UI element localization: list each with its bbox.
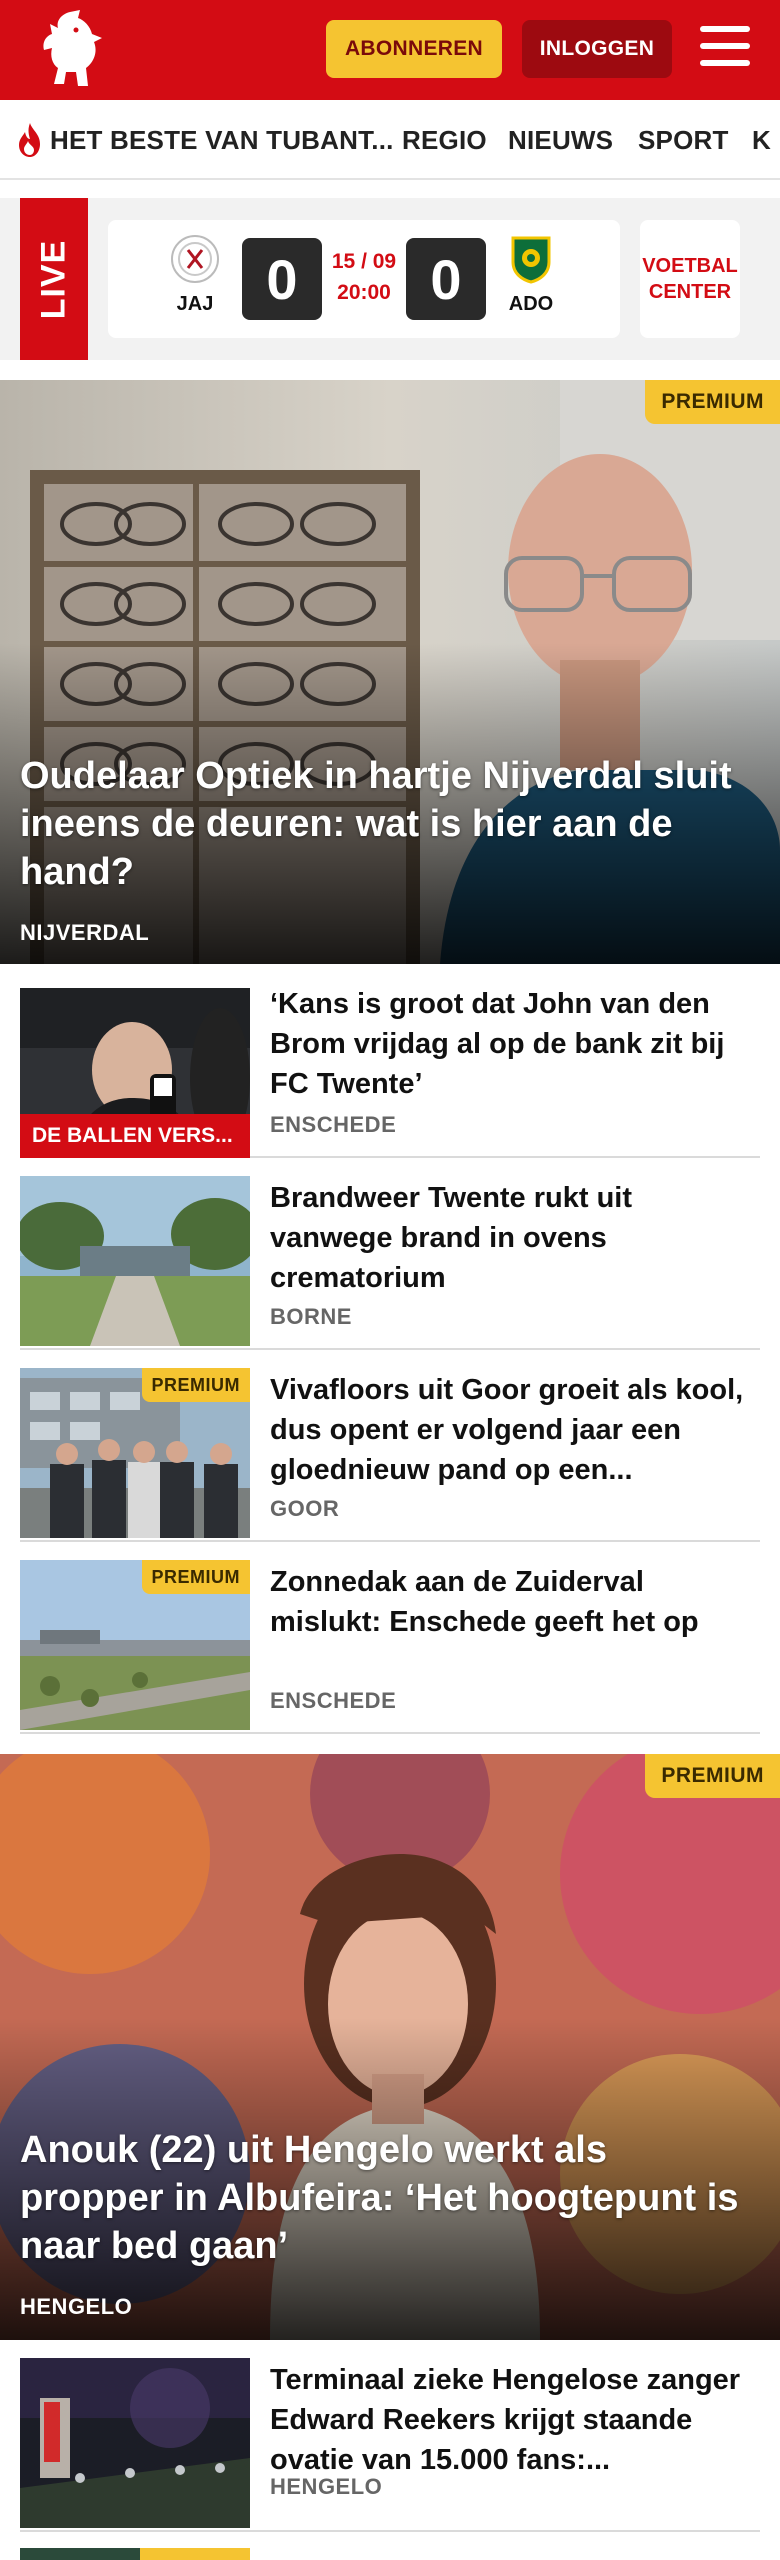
article-location: ENSCHEDE xyxy=(270,1688,397,1713)
match-date: 15 / 09 xyxy=(331,250,397,273)
flame-icon xyxy=(19,123,40,157)
next-premium-badge xyxy=(140,2548,250,2560)
away-team: ADO xyxy=(496,234,566,316)
hero-article-2[interactable]: PREMIUM Anouk (22) uit Hengelo werkt als… xyxy=(0,1754,780,2340)
home-team-name: JAJ xyxy=(176,293,214,315)
premium-badge: PREMIUM xyxy=(141,1560,250,1594)
hamburger-menu-icon[interactable] xyxy=(700,26,750,70)
list-item[interactable]: PREMIUM Zonnedak aan de Zuiderval misluk… xyxy=(20,1542,760,1734)
hero-location: HENGELO xyxy=(20,2294,133,2319)
article-thumbnail: PREMIUM xyxy=(20,1560,250,1730)
nav-item-best-of[interactable]: HET BESTE VAN TUBANT... xyxy=(50,100,394,178)
ajax-crest-icon xyxy=(171,235,219,283)
article-thumbnail xyxy=(20,2358,250,2528)
article-location: HENGELO xyxy=(270,2474,383,2499)
ado-crest-icon xyxy=(511,236,551,284)
premium-badge: PREMIUM xyxy=(141,1368,250,1402)
hero-location: NIJVERDAL xyxy=(20,920,150,945)
match-datetime: 15 / 09 20:00 xyxy=(322,246,406,308)
crematorium-photo xyxy=(20,1176,250,1346)
article-title[interactable]: Zonnedak aan de Zuiderval mislukt: Ensch… xyxy=(270,1562,760,1642)
hero-article-1[interactable]: PREMIUM Oudelaar Optiek in hartje Nijver… xyxy=(0,380,780,964)
concert-photo xyxy=(20,2358,250,2528)
login-button[interactable]: INLOGGEN xyxy=(522,20,672,78)
article-title[interactable]: Vivafloors uit Goor groeit als kool, dus… xyxy=(270,1370,760,1490)
top-header: ABONNEREN INLOGGEN xyxy=(0,0,780,100)
premium-badge: PREMIUM xyxy=(645,380,780,424)
voetbal-center-link[interactable]: VOETBAL CENTER xyxy=(640,220,740,338)
article-title[interactable]: Brandweer Twente rukt uit vanwege brand … xyxy=(270,1178,760,1298)
section-nav: HET BESTE VAN TUBANT... REGIO NIEUWS SPO… xyxy=(0,100,780,180)
home-score: 0 xyxy=(242,238,322,320)
home-team: JAJ xyxy=(160,234,230,316)
article-title[interactable]: Terminaal zieke Hengelose zanger Edward … xyxy=(270,2360,760,2480)
list-item[interactable]: DE BALLEN VERS... ‘Kans is groot dat Joh… xyxy=(20,984,760,1158)
article-title[interactable]: ‘Kans is groot dat John van den Brom vri… xyxy=(270,984,760,1104)
subscribe-button[interactable]: ABONNEREN xyxy=(326,20,502,78)
list-item[interactable]: Brandweer Twente rukt uit vanwege brand … xyxy=(20,1158,760,1350)
list-item[interactable]: Terminaal zieke Hengelose zanger Edward … xyxy=(20,2340,760,2532)
list-item[interactable]: PREMIUM Vivafloors uit Goor groeit als k… xyxy=(20,1350,760,1542)
live-score-bar: LIVE JAJ 0 15 / 09 20:00 0 ADO VOETBAL C… xyxy=(0,198,780,360)
article-thumbnail xyxy=(20,1176,250,1346)
premium-badge: PREMIUM xyxy=(645,1754,780,1798)
away-score: 0 xyxy=(406,238,486,320)
series-label: DE BALLEN VERS... xyxy=(20,1114,250,1158)
article-thumbnail: PREMIUM xyxy=(20,1368,250,1538)
article-location: BORNE xyxy=(270,1304,352,1329)
article-thumbnail: DE BALLEN VERS... xyxy=(20,988,250,1158)
match-card[interactable]: JAJ 0 15 / 09 20:00 0 ADO xyxy=(108,220,620,338)
nav-item-more[interactable]: K xyxy=(752,100,771,178)
article-location: GOOR xyxy=(270,1496,340,1521)
article-location: ENSCHEDE xyxy=(270,1112,397,1137)
nav-item-regio[interactable]: REGIO xyxy=(402,100,487,178)
live-tag: LIVE xyxy=(20,198,88,360)
away-team-name: ADO xyxy=(508,293,554,315)
match-time: 20:00 xyxy=(337,281,391,304)
hero-title[interactable]: Anouk (22) uit Hengelo werkt als propper… xyxy=(20,2126,760,2270)
tubantia-horse-logo[interactable] xyxy=(32,8,108,92)
hero-title[interactable]: Oudelaar Optiek in hartje Nijverdal slui… xyxy=(20,752,760,896)
live-label: LIVE xyxy=(34,239,73,319)
nav-item-sport[interactable]: SPORT xyxy=(638,100,729,178)
nav-item-nieuws[interactable]: NIEUWS xyxy=(508,100,613,178)
